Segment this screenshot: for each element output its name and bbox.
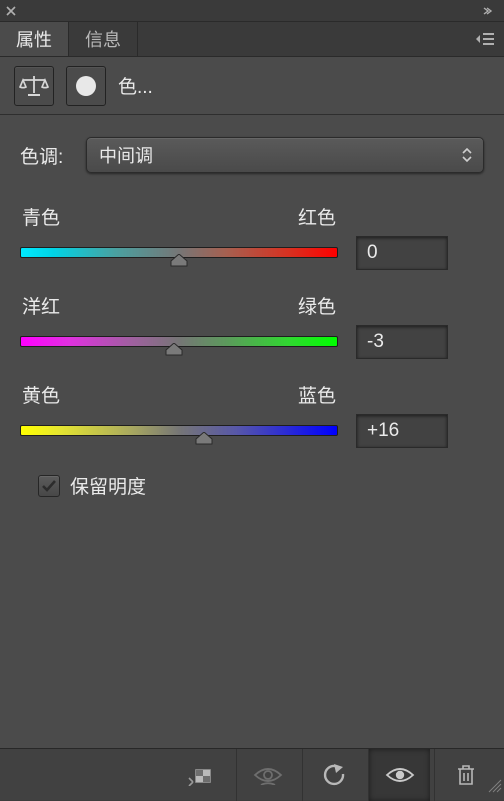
adjustment-header: 色... xyxy=(0,57,504,115)
reset-icon[interactable] xyxy=(302,749,364,801)
slider-value-cr[interactable]: 0 xyxy=(356,236,448,270)
slider-track-yb[interactable] xyxy=(20,423,338,439)
dropdown-arrows-icon xyxy=(461,146,473,164)
slider-right-label: 绿色 xyxy=(298,292,336,319)
slider-knob-cr[interactable] xyxy=(170,254,188,267)
slider-yellow-blue: 黄色 蓝色 +16 xyxy=(20,381,484,448)
slider-right-label: 蓝色 xyxy=(298,381,336,408)
panel-footer xyxy=(0,748,504,800)
tab-bar: 属性 信息 xyxy=(0,21,504,57)
tone-label: 色调: xyxy=(20,142,70,169)
preserve-luminosity-row: 保留明度 xyxy=(20,472,484,499)
clip-to-layer-icon[interactable] xyxy=(170,749,232,801)
slider-left-label: 洋红 xyxy=(22,292,60,319)
slider-left-label: 黄色 xyxy=(22,381,60,408)
tab-info[interactable]: 信息 xyxy=(69,22,138,56)
slider-track-mg[interactable] xyxy=(20,334,338,350)
panel-menu-icon[interactable] xyxy=(468,22,504,56)
slider-value-yb[interactable]: +16 xyxy=(356,414,448,448)
color-balance-icon xyxy=(14,66,54,106)
collapse-icon[interactable] xyxy=(482,6,498,16)
panel-body: 色调: 中间调 青色 红色 0 洋红 绿色 xyxy=(0,115,504,748)
slider-knob-mg[interactable] xyxy=(165,343,183,356)
delete-icon[interactable] xyxy=(434,749,496,801)
tab-properties[interactable]: 属性 xyxy=(0,22,69,56)
preserve-luminosity-checkbox[interactable] xyxy=(38,475,60,497)
view-previous-icon[interactable] xyxy=(236,749,298,801)
preserve-luminosity-label: 保留明度 xyxy=(70,472,146,499)
slider-magenta-green: 洋红 绿色 -3 xyxy=(20,292,484,359)
slider-cyan-red: 青色 红色 0 xyxy=(20,203,484,270)
resize-handle-icon[interactable] xyxy=(488,778,502,798)
slider-right-label: 红色 xyxy=(298,203,336,230)
close-icon[interactable] xyxy=(6,6,16,16)
tone-dropdown[interactable]: 中间调 xyxy=(86,137,484,173)
layer-mask-icon[interactable] xyxy=(66,66,106,106)
slider-knob-yb[interactable] xyxy=(195,432,213,445)
slider-left-label: 青色 xyxy=(22,203,60,230)
slider-track-cr[interactable] xyxy=(20,245,338,261)
slider-value-mg[interactable]: -3 xyxy=(356,325,448,359)
toggle-visibility-icon[interactable] xyxy=(368,749,430,801)
panel-topstrip xyxy=(0,0,504,21)
tone-row: 色调: 中间调 xyxy=(20,137,484,173)
adjustment-title: 色... xyxy=(118,72,153,99)
tone-value: 中间调 xyxy=(99,142,153,168)
